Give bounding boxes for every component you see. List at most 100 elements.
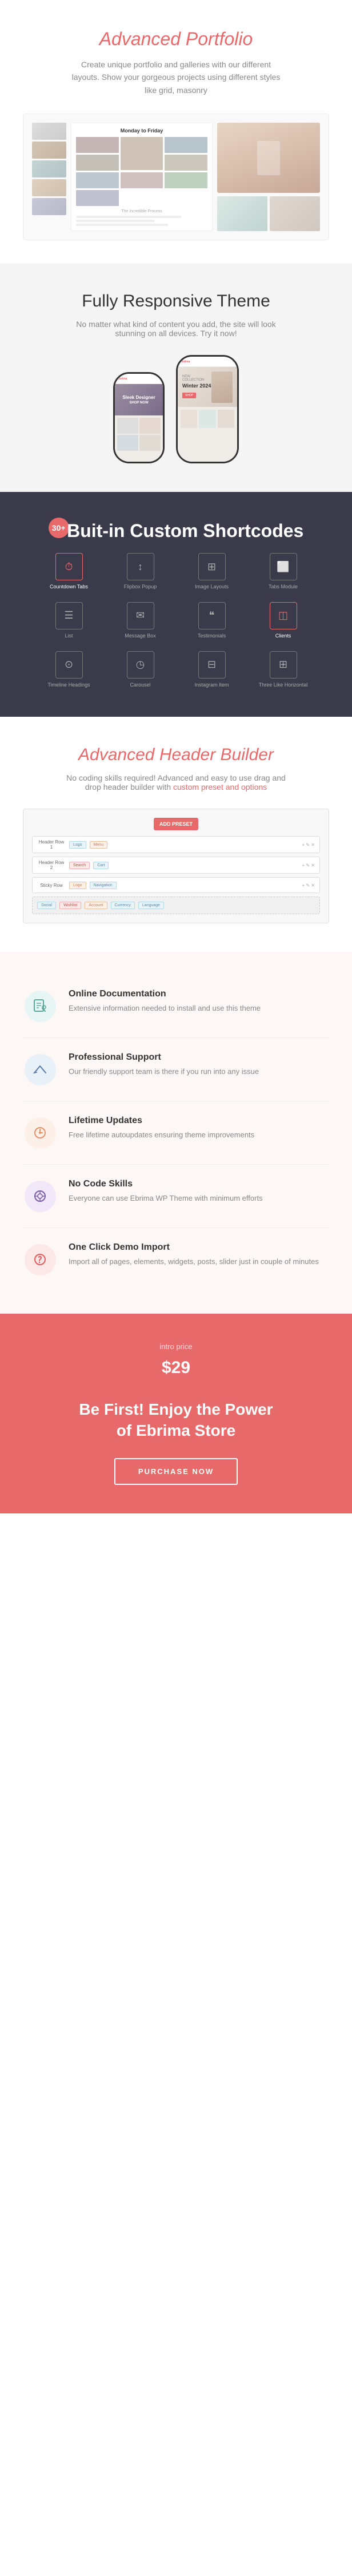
feature-title-oneclick: One Click Demo Import	[69, 1242, 319, 1253]
feature-title-support: Professional Support	[69, 1052, 259, 1063]
cta-headline-line2: of Ebrima Store	[117, 1422, 235, 1439]
carousel-icon: ◷	[127, 651, 154, 679]
shortcode-three-like: ⊞ Three Like Horizontal	[253, 651, 313, 689]
mockup-title: Monday to Friday	[76, 128, 207, 134]
phone-header-left: ebrima	[115, 374, 163, 384]
phone-hero-left: Sleek Designer SHOP NOW	[115, 384, 163, 415]
palette-element-5[interactable]: Language	[138, 902, 164, 909]
feature-icon-oneclick	[25, 1244, 56, 1275]
countdown-icon: ⏱	[55, 553, 83, 580]
testimonials-icon: ❝	[198, 602, 226, 629]
phone-hero-right: NEW COLLECTION Winter 2024 SHOP	[178, 367, 237, 407]
instagram-label: Instagram Item	[194, 682, 229, 689]
mock-image-row	[217, 196, 320, 231]
feature-text-nocode: No Code Skills Everyone can use Ebrima W…	[69, 1179, 263, 1205]
shortcodes-heading-wrap: 30+ Buit-in Custom Shortcodes	[23, 520, 329, 542]
shortcode-instagram: ⊟ Instagram Item	[182, 651, 242, 689]
carousel-label: Carousel	[130, 682, 150, 689]
phone-right: ebrima ≡ NEW COLLECTION Winter 2024 SHOP	[176, 355, 239, 463]
phone-products-left	[115, 415, 163, 453]
builder-element-nav: Navigation	[90, 882, 117, 889]
flipbox-icon: ↕	[127, 553, 154, 580]
portfolio-mockup: Monday to Friday The Incredible Process	[23, 114, 329, 240]
timeline-label: Timeline Headings	[47, 682, 90, 689]
feature-title-updates: Lifetime Updates	[69, 1116, 254, 1126]
feature-icon-wrap-oneclick	[23, 1242, 57, 1277]
feature-text-docs: Online Documentation Extensive informati…	[69, 989, 261, 1015]
feature-one-click: One Click Demo Import Import all of page…	[23, 1228, 329, 1291]
cta-currency: $	[162, 1359, 171, 1376]
shortcode-image-layouts: ⊞ Image Layouts	[182, 553, 242, 591]
timeline-icon: ⊙	[55, 651, 83, 679]
cta-section: intro price $29 Be First! Enjoy the Powe…	[0, 1314, 352, 1513]
features-section: Online Documentation Extensive informati…	[0, 952, 352, 1314]
feature-desc-oneclick: Import all of pages, elements, widgets, …	[69, 1256, 319, 1268]
builder-row-label-3: Sticky Row	[37, 883, 66, 888]
feature-text-oneclick: One Click Demo Import Import all of page…	[69, 1242, 319, 1268]
shortcode-carousel: ◷ Carousel	[110, 651, 170, 689]
shortcode-testimonials: ❝ Testimonials	[182, 602, 242, 640]
cta-price: 29	[171, 1359, 190, 1376]
shortcodes-section: 30+ Buit-in Custom Shortcodes ⏱ Countdow…	[0, 492, 352, 717]
tabs-label: Tabs Module	[269, 584, 298, 591]
three-like-label: Three Like Horizontal	[259, 682, 308, 689]
builder-element-menu: Menu	[90, 841, 108, 849]
mock-grid	[76, 137, 207, 206]
builder-row-actions-1: + ✎ ✕	[302, 842, 315, 847]
feature-icon-nocode	[25, 1181, 56, 1212]
builder-row-actions-2: + ✎ ✕	[302, 863, 315, 868]
builder-rows: Header Row 1 Logo Menu + ✎ ✕ Header Row …	[32, 836, 320, 914]
responsive-title: Fully Responsive Theme	[23, 292, 329, 311]
countdown-label: Countdown Tabs	[50, 584, 88, 591]
feature-icon-docs	[25, 991, 56, 1022]
mock-text: The Incredible Process	[76, 209, 207, 213]
shortcodes-title: Buit-in Custom Shortcodes	[67, 520, 303, 541]
feature-desc-docs: Extensive information needed to install …	[69, 1003, 261, 1015]
shortcode-tabs: ⬜ Tabs Module	[253, 553, 313, 591]
palette-element-1[interactable]: Social	[37, 902, 56, 909]
portfolio-section: Advanced Portfolio Create unique portfol…	[0, 0, 352, 263]
feature-text-updates: Lifetime Updates Free lifetime autoupdat…	[69, 1116, 254, 1141]
shortcodes-badge: 30+	[49, 518, 69, 538]
image-layouts-label: Image Layouts	[195, 584, 229, 591]
tabs-icon: ⬜	[270, 553, 297, 580]
responsive-description: No matter what kind of content you add, …	[67, 320, 285, 338]
palette-element-2[interactable]: Wishlist	[59, 902, 81, 909]
message-label: Message Box	[125, 633, 156, 640]
portfolio-gallery-strip	[32, 123, 66, 231]
builder-add-preset[interactable]: ADD PRESET	[154, 818, 198, 830]
feature-text-support: Professional Support Our friendly suppor…	[69, 1052, 259, 1078]
palette-element-3[interactable]: Account	[85, 902, 107, 909]
responsive-section: Fully Responsive Theme No matter what ki…	[0, 263, 352, 492]
feature-icon-wrap-support	[23, 1052, 57, 1087]
builder-row-actions-3: + ✎ ✕	[302, 883, 315, 888]
list-icon: ☰	[55, 602, 83, 629]
feature-icon-wrap-docs	[23, 989, 57, 1023]
header-builder-link[interactable]: custom preset and options	[173, 782, 267, 792]
portfolio-center-mock: Monday to Friday The Incredible Process	[71, 123, 213, 231]
builder-element-sticky-logo: Logo	[69, 882, 86, 889]
feature-title-docs: Online Documentation	[69, 989, 261, 999]
builder-row-label-2: Header Row 2	[37, 860, 66, 870]
feature-online-docs: Online Documentation Extensive informati…	[23, 975, 329, 1038]
feature-pro-support: Professional Support Our friendly suppor…	[23, 1038, 329, 1101]
builder-row-2: Header Row 2 Search Cart + ✎ ✕	[32, 857, 320, 874]
cta-headline: Be First! Enjoy the Power of Ebrima Stor…	[23, 1399, 329, 1441]
phone-screen-left: ebrima Sleek Designer SHOP NOW	[115, 374, 163, 462]
builder-row-1: Header Row 1 Logo Menu + ✎ ✕	[32, 836, 320, 853]
feature-lifetime-updates: Lifetime Updates Free lifetime autoupdat…	[23, 1101, 329, 1165]
feature-icon-wrap-nocode	[23, 1179, 57, 1213]
phone-left: ebrima Sleek Designer SHOP NOW	[113, 372, 165, 463]
builder-row-label-1: Header Row 1	[37, 839, 66, 850]
portfolio-right-images	[217, 123, 320, 231]
feature-icon-updates	[25, 1117, 56, 1149]
palette-element-4[interactable]: Currency	[111, 902, 135, 909]
purchase-button[interactable]: PURCHASE NOW	[114, 1458, 238, 1485]
mock-line	[76, 216, 181, 218]
shortcode-message: ✉ Message Box	[110, 602, 170, 640]
feature-no-code: No Code Skills Everyone can use Ebrima W…	[23, 1165, 329, 1228]
message-icon: ✉	[127, 602, 154, 629]
three-like-icon: ⊞	[270, 651, 297, 679]
shortcode-clients: ◫ Clients	[253, 602, 313, 640]
feature-desc-updates: Free lifetime autoupdates ensuring theme…	[69, 1129, 254, 1141]
